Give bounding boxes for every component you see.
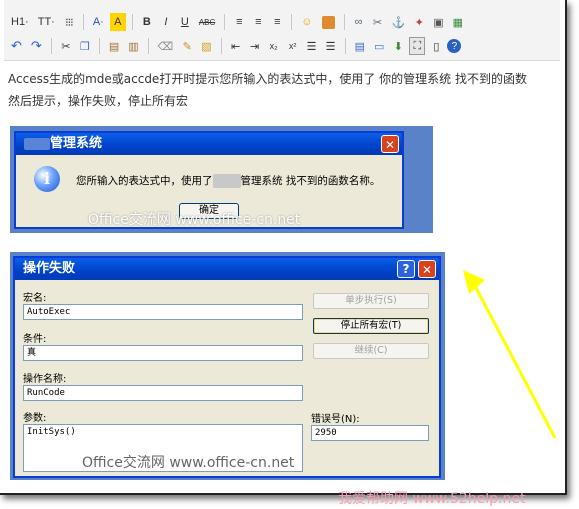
toolbar-separator: [343, 14, 345, 30]
toolbar-separator: [147, 38, 149, 54]
flash-icon[interactable]: ✦: [411, 13, 427, 31]
toolbar-row-formatting: H1· TT· ⁝⁝⁝ A· A B I U ABC ≡ ≡ ≡ ☺ ∞ ✂ ⚓…: [8, 12, 466, 32]
site-watermark: 我爱帮助网 www.52help.net: [338, 491, 526, 507]
screenshot-frame: H1· TT· ⁝⁝⁝ A· A B I U ABC ≡ ≡ ≡ ☺ ∞ ✂ ⚓…: [0, 0, 567, 495]
hr-icon[interactable]: ▭: [371, 37, 387, 55]
bold-button[interactable]: B: [139, 13, 155, 31]
close-icon[interactable]: ✕: [381, 135, 399, 153]
help-icon[interactable]: ?: [447, 39, 462, 53]
copy-icon[interactable]: ❐: [77, 37, 93, 55]
dialog-titlebar: 管理系统: [16, 133, 402, 155]
media-icon[interactable]: ▣: [430, 13, 446, 31]
action-failed-titlebar: 操作失败: [15, 258, 439, 280]
step-button[interactable]: 单步执行(S): [313, 293, 429, 309]
emoticon-icon[interactable]: ☺: [298, 13, 315, 31]
yellow-arrow: [463, 270, 557, 439]
select-all-icon[interactable]: ▧: [198, 37, 214, 55]
undo-icon[interactable]: ↶: [8, 37, 25, 55]
italic-button[interactable]: I: [158, 13, 174, 31]
highlight-color-button[interactable]: A: [109, 13, 126, 31]
continue-button[interactable]: 继续(C): [313, 343, 429, 359]
condition-label: 条件:: [23, 334, 47, 345]
heading-dropdown[interactable]: H1·: [8, 13, 32, 31]
dialog-title: 管理系统: [50, 136, 103, 151]
ordered-list-icon[interactable]: ☰: [304, 37, 320, 55]
error-number-label: 错误号(N):: [311, 414, 360, 425]
toolbar-separator: [131, 14, 133, 30]
stop-all-macros-button[interactable]: 停止所有宏(T): [313, 318, 429, 334]
cut-icon[interactable]: ✂: [58, 37, 74, 55]
info-icon: i: [34, 166, 60, 192]
unordered-list-icon[interactable]: ☰: [323, 37, 339, 55]
close-icon[interactable]: ✕: [418, 260, 436, 278]
editor-line-2: 然后提示，操作失败，停止所有宏: [8, 94, 189, 108]
align-center-icon[interactable]: ≡: [250, 13, 266, 31]
error-number-field: 2950: [311, 425, 429, 441]
macro-name-field: AutoExec: [23, 304, 303, 320]
toolbar-separator: [50, 38, 52, 54]
toolbar-separator: [98, 38, 100, 54]
dialog-message: 您所输入的表达式中，使用了 管理系统 找不到的函数名称。: [76, 173, 380, 188]
align-left-icon[interactable]: ≡: [231, 13, 247, 31]
editor-toolbar: H1· TT· ⁝⁝⁝ A· A B I U ABC ≡ ≡ ≡ ☺ ∞ ✂ ⚓…: [4, 0, 560, 61]
font-size-dropdown[interactable]: TT·: [35, 13, 58, 31]
toolbar-separator: [82, 14, 84, 30]
paste-text-icon[interactable]: ▥: [125, 37, 141, 55]
align-right-icon[interactable]: ≡: [269, 13, 285, 31]
toolbar-separator: [224, 14, 226, 30]
subscript-icon[interactable]: x₂: [266, 37, 282, 55]
toolbar-separator: [291, 14, 293, 30]
download-icon[interactable]: ⬇: [390, 37, 406, 55]
outdent-icon[interactable]: ⇤: [228, 37, 244, 55]
arguments-label: 参数:: [23, 413, 47, 424]
message-prefix: 您所输入的表达式中，使用了: [76, 175, 213, 187]
anchor-icon[interactable]: ⚓: [389, 13, 409, 31]
toolbar-row-edit: ↶ ↷ ✂ ❐ ▤ ▥ ⌫ ✎ ▧ ⇤ ⇥ x₂ x² ☰ ☰ ▤ ▭ ⬇ ⛶ …: [8, 36, 462, 56]
underline-button[interactable]: U: [177, 13, 193, 31]
paste-icon[interactable]: ▤: [106, 37, 122, 55]
action-name-label: 操作名称:: [23, 374, 67, 385]
source-icon[interactable]: ▯: [428, 37, 444, 55]
font-color-dropdown[interactable]: A·: [90, 13, 107, 31]
fullscreen-icon[interactable]: ⛶: [409, 37, 426, 55]
action-failed-screenshot: 操作失败 ? ✕ 宏名: AutoExec 条件: 真 操作名称: RunCod…: [10, 252, 445, 480]
macro-name-label: 宏名:: [23, 293, 47, 304]
superscript-icon[interactable]: x²: [285, 37, 301, 55]
unlink-icon[interactable]: ✂: [370, 13, 386, 31]
action-name-field: RunCode: [23, 385, 303, 401]
toolbar-separator: [344, 38, 346, 54]
watermark-1: Office交流网 www.office-cn.net: [88, 212, 301, 228]
editor-line-1: Access生成的mde或accde打开时提示您所输入的表达式中，使用了 你的管…: [8, 72, 527, 86]
error-dialog-screenshot: 管理系统 ✕ i 您所输入的表达式中，使用了 管理系统 找不到的函数名称。 确定 …: [10, 126, 433, 233]
link-icon[interactable]: ∞: [351, 13, 367, 31]
strikethrough-button[interactable]: ABC: [196, 13, 218, 31]
help-icon[interactable]: ?: [397, 260, 415, 278]
insert-table-icon[interactable]: ▤: [352, 37, 368, 55]
toolbar-separator: [220, 38, 222, 54]
brush-icon[interactable]: ✎: [179, 37, 195, 55]
condition-field: 真: [23, 345, 303, 361]
watermark-2: Office交流网 www.office-cn.net: [82, 455, 295, 471]
action-failed-window: 操作失败 ? ✕ 宏名: AutoExec 条件: 真 操作名称: RunCod…: [13, 256, 441, 478]
eraser-icon[interactable]: ⌫: [155, 37, 177, 55]
table-grid-icon[interactable]: ⁝⁝⁝: [61, 13, 77, 31]
editor-content[interactable]: Access生成的mde或accde打开时提示您所输入的表达式中，使用了 你的管…: [8, 68, 560, 112]
gallery-icon[interactable]: ▦: [450, 13, 466, 31]
indent-icon[interactable]: ⇥: [247, 37, 263, 55]
message-suffix: 管理系统 找不到的函数名称。: [240, 175, 381, 187]
insert-image-icon[interactable]: [319, 13, 338, 31]
redo-icon[interactable]: ↷: [28, 37, 45, 55]
